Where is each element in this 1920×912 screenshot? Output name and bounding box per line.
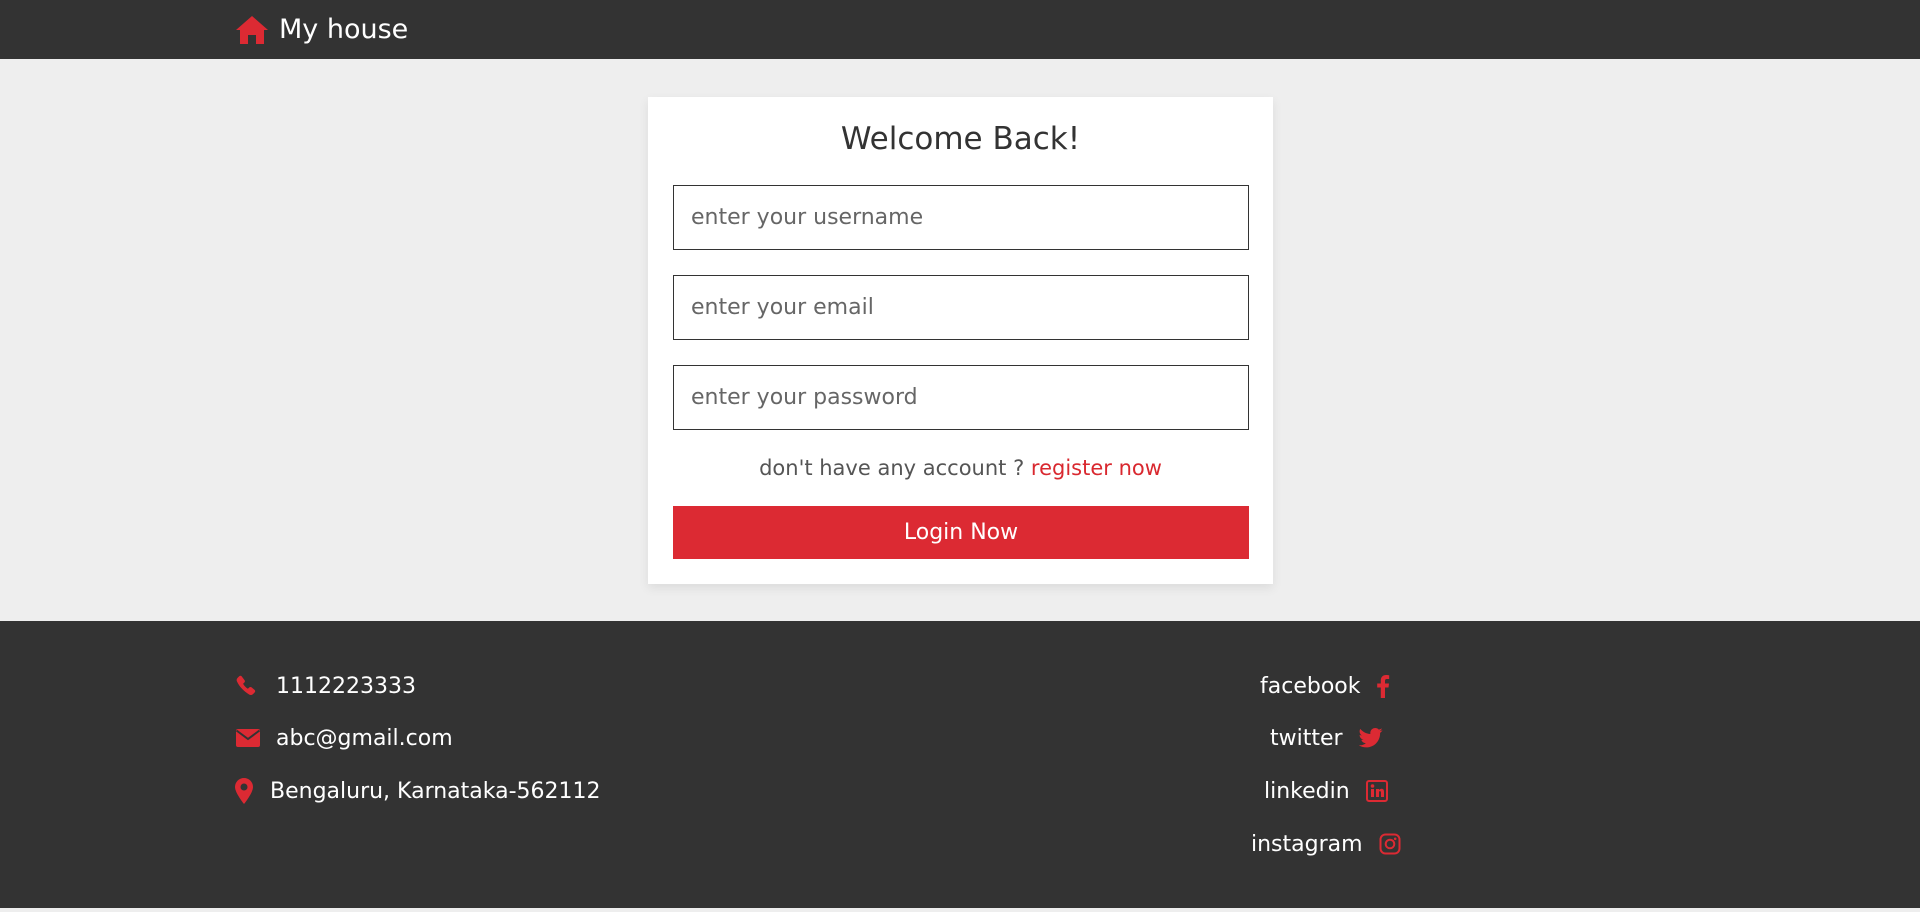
register-prompt: don't have any account ? register now: [648, 456, 1273, 480]
header: My house: [0, 0, 1920, 59]
social-instagram[interactable]: instagram: [1251, 829, 1401, 859]
password-input[interactable]: [673, 365, 1249, 430]
form-title: Welcome Back!: [840, 121, 1081, 157]
social-facebook[interactable]: facebook: [1260, 671, 1390, 701]
social-instagram-label: instagram: [1251, 831, 1363, 857]
register-prompt-text: don't have any account ?: [759, 456, 1025, 480]
contact-address: Bengaluru, Karnataka-562112: [235, 776, 601, 806]
social-twitter-label: twitter: [1270, 725, 1343, 751]
map-marker-icon: [235, 778, 257, 804]
login-button[interactable]: Login Now: [673, 506, 1249, 559]
social-linkedin[interactable]: linkedin: [1264, 776, 1388, 806]
email-input[interactable]: [673, 275, 1249, 340]
envelope-icon: [235, 728, 263, 748]
phone-icon: [235, 674, 263, 698]
contact-email: abc@gmail.com: [235, 723, 453, 753]
linkedin-icon: [1365, 780, 1388, 802]
contact-email-text: abc@gmail.com: [276, 725, 453, 751]
social-linkedin-label: linkedin: [1264, 778, 1350, 804]
facebook-icon: [1376, 674, 1390, 698]
logo-text: My house: [279, 14, 409, 45]
instagram-icon: [1379, 833, 1401, 855]
contact-address-text: Bengaluru, Karnataka-562112: [270, 778, 601, 804]
home-icon: [235, 15, 269, 45]
twitter-icon: [1358, 728, 1383, 748]
logo-link[interactable]: My house: [235, 0, 408, 59]
social-twitter[interactable]: twitter: [1270, 723, 1383, 753]
login-form: Welcome Back! don't have any account ? r…: [648, 97, 1273, 584]
contact-phone: 1112223333: [235, 671, 416, 701]
username-input[interactable]: [673, 185, 1249, 250]
social-facebook-label: facebook: [1260, 673, 1361, 699]
contact-phone-text: 1112223333: [276, 673, 416, 699]
footer: 1112223333 abc@gmail.com Bengaluru, Karn…: [0, 621, 1920, 908]
register-link[interactable]: register now: [1031, 456, 1162, 480]
